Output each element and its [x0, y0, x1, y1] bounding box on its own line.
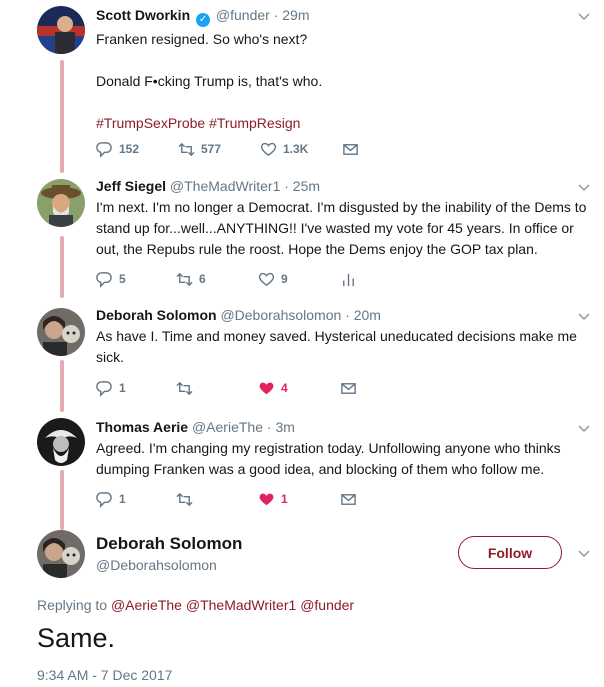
- retweet-icon: [178, 142, 195, 156]
- retweet-button[interactable]: 577: [178, 141, 260, 158]
- tweet-text: Franken resigned. So who's next? Donald …: [96, 29, 592, 134]
- tweet-header: Jeff Siegel @TheMadWriter1 · 25m: [96, 177, 592, 195]
- retweet-count: 6: [199, 272, 206, 286]
- heart-icon: [260, 142, 277, 156]
- reply-count: 5: [119, 272, 126, 286]
- follow-button[interactable]: Follow: [458, 536, 562, 569]
- author-handle[interactable]: @Deborahsolomon: [220, 307, 341, 323]
- like-count: 4: [281, 381, 288, 395]
- retweet-icon: [176, 272, 193, 286]
- author-name[interactable]: Scott Dworkin: [96, 7, 190, 23]
- tweet-line: Franken resigned. So who's next?: [96, 31, 308, 47]
- message-button[interactable]: [340, 491, 363, 508]
- avatar[interactable]: [37, 418, 85, 466]
- tweet-time[interactable]: · 29m: [274, 7, 310, 23]
- envelope-icon: [341, 493, 356, 505]
- chevron-down-icon[interactable]: [576, 8, 592, 24]
- tweet-header: Scott Dworkin ✓ @funder · 29m: [96, 6, 592, 27]
- tweet-timestamp[interactable]: 9:34 AM - 7 Dec 2017: [37, 667, 172, 683]
- heart-filled-icon: [259, 493, 274, 505]
- author-handle[interactable]: @TheMadWriter1: [170, 178, 280, 194]
- tweet-time[interactable]: · 20m: [345, 307, 381, 323]
- like-button[interactable]: 1.3K: [260, 141, 342, 158]
- reply-button[interactable]: 1: [96, 491, 176, 508]
- tweet-text: I'm next. I'm no longer a Democrat. I'm …: [96, 199, 587, 257]
- tweet-header: Deborah Solomon @Deborahsolomon · 20m: [96, 306, 592, 324]
- reply-icon: [96, 271, 112, 288]
- tweet[interactable]: Deborah Solomon @Deborahsolomon · 20m As…: [0, 300, 604, 405]
- retweet-button[interactable]: [176, 380, 258, 397]
- tweet[interactable]: Thomas Aerie @AerieThe · 3m Agreed. I'm …: [0, 412, 604, 512]
- chevron-down-icon[interactable]: [576, 545, 592, 561]
- envelope-icon: [343, 143, 358, 155]
- author-handle[interactable]: @funder: [216, 7, 270, 23]
- mention-link[interactable]: @AerieThe: [111, 597, 182, 613]
- hashtag-link[interactable]: #TrumpResign: [209, 115, 300, 131]
- author-handle[interactable]: @Deborahsolomon: [96, 555, 242, 575]
- like-count: 9: [281, 272, 288, 286]
- like-button[interactable]: 1: [258, 491, 340, 508]
- avatar[interactable]: [37, 6, 85, 54]
- reply-button[interactable]: 1: [96, 380, 176, 397]
- tweet-time[interactable]: · 25m: [284, 178, 320, 194]
- tweet-line: Donald F•cking Trump is, that's who.: [96, 73, 323, 89]
- bar-chart-icon: [343, 273, 354, 286]
- reply-icon: [96, 141, 112, 158]
- retweet-count: 577: [201, 142, 222, 156]
- replying-prefix: Replying to: [37, 597, 108, 613]
- chevron-down-icon[interactable]: [576, 308, 592, 324]
- mention-link[interactable]: @funder: [300, 597, 354, 613]
- reply-button[interactable]: 5: [96, 271, 176, 288]
- focused-tweet-text: Same.: [37, 623, 116, 653]
- chevron-down-icon[interactable]: [576, 420, 592, 436]
- chevron-down-icon[interactable]: [576, 179, 592, 195]
- heart-icon: [258, 272, 275, 286]
- reply-button[interactable]: 152: [96, 141, 178, 158]
- tweet-header: Thomas Aerie @AerieThe · 3m: [96, 418, 592, 436]
- author-name[interactable]: Deborah Solomon: [96, 533, 242, 555]
- tweet-text: As have I. Time and money saved. Hysteri…: [96, 328, 577, 365]
- retweet-icon: [176, 492, 193, 506]
- tweet-time[interactable]: · 3m: [267, 419, 295, 435]
- focused-author: Deborah Solomon @Deborahsolomon: [96, 533, 242, 575]
- author-name[interactable]: Thomas Aerie: [96, 419, 188, 435]
- tweet-text: Agreed. I'm changing my registration tod…: [96, 440, 561, 477]
- replying-to: Replying to @AerieThe @TheMadWriter1 @fu…: [37, 597, 354, 613]
- analytics-button[interactable]: [340, 271, 363, 288]
- tweet[interactable]: Scott Dworkin ✓ @funder · 29m Franken re…: [0, 0, 604, 170]
- heart-filled-icon: [259, 382, 274, 394]
- like-button[interactable]: 9: [258, 271, 340, 288]
- author-name[interactable]: Deborah Solomon: [96, 307, 217, 323]
- message-button[interactable]: [342, 141, 365, 158]
- verified-icon: ✓: [196, 13, 211, 27]
- reply-count: 1: [119, 381, 126, 395]
- like-button[interactable]: 4: [258, 380, 340, 397]
- like-count: 1.3K: [283, 142, 309, 156]
- mention-link[interactable]: @TheMadWriter1: [186, 597, 296, 613]
- message-button[interactable]: [340, 380, 363, 397]
- reply-count: 152: [119, 142, 140, 156]
- retweet-button[interactable]: 6: [176, 271, 258, 288]
- avatar[interactable]: [37, 179, 85, 227]
- avatar[interactable]: [37, 308, 85, 356]
- retweet-icon: [176, 381, 193, 395]
- reply-count: 1: [119, 492, 126, 506]
- reply-icon: [96, 380, 112, 397]
- avatar[interactable]: [37, 530, 85, 578]
- author-handle[interactable]: @AerieThe: [192, 419, 263, 435]
- like-count: 1: [281, 492, 288, 506]
- envelope-icon: [341, 382, 356, 394]
- hashtag-link[interactable]: #TrumpSexProbe: [96, 115, 205, 131]
- tweet[interactable]: Jeff Siegel @TheMadWriter1 · 25m I'm nex…: [0, 175, 604, 290]
- author-name[interactable]: Jeff Siegel: [96, 178, 166, 194]
- reply-icon: [96, 491, 112, 508]
- retweet-button[interactable]: [176, 491, 258, 508]
